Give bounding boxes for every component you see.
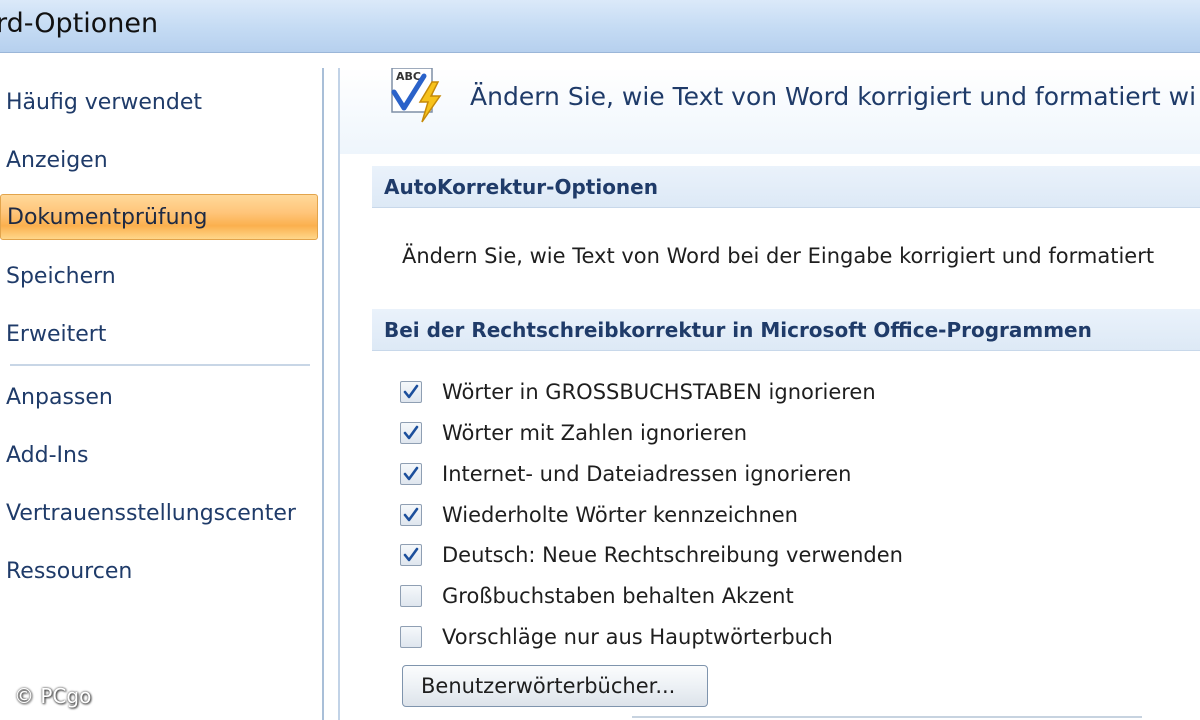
option-row: Deutsch: Neue Rechtschreibung verwenden <box>400 539 1180 573</box>
sidebar-item-ressourcen[interactable]: Ressourcen <box>0 549 318 595</box>
sidebar-item-anpassen[interactable]: Anpassen <box>0 375 318 421</box>
check-mark-icon <box>403 466 419 481</box>
sidebar-item-haeufig-verwendet[interactable]: Häufig verwendet <box>0 80 318 126</box>
option-label[interactable]: Wiederholte Wörter kennzeichnen <box>442 499 798 531</box>
sidebar-item-vertrauensstellungscenter[interactable]: Vertrauensstellungscenter <box>0 491 318 537</box>
option-label[interactable]: Großbuchstaben behalten Akzent <box>442 580 794 612</box>
sidebar-divider <box>10 364 310 366</box>
title-bar: rd-Optionen <box>0 0 1200 53</box>
option-row: Internet- und Dateiadressen ignorieren <box>400 458 1180 492</box>
option-row: Wörter in GROSSBUCHSTABEN ignorieren <box>400 376 1180 410</box>
window-title: rd-Optionen <box>0 8 159 39</box>
sidebar-item-anzeigen[interactable]: Anzeigen <box>0 138 318 184</box>
option-label[interactable]: Wörter in GROSSBUCHSTABEN ignorieren <box>442 376 876 408</box>
checkbox-ignore-uppercase[interactable] <box>400 381 422 403</box>
sidebar-item-speichern[interactable]: Speichern <box>0 254 318 300</box>
watermark: © PCgo <box>14 684 92 708</box>
content-pane: ABC Ändern Sie, wie Text von Word korrig… <box>338 67 1200 720</box>
option-label[interactable]: Deutsch: Neue Rechtschreibung verwenden <box>442 539 903 571</box>
check-mark-icon <box>403 507 419 522</box>
checkbox-flag-repeated-words[interactable] <box>400 504 422 526</box>
sidebar-item-add-ins[interactable]: Add-Ins <box>0 433 318 479</box>
section-header-spelling: Bei der Rechtschreibkorrektur in Microso… <box>372 309 1200 351</box>
option-row: Vorschläge nur aus Hauptwörterbuch <box>400 621 1180 655</box>
checkbox-uppercase-keep-accent[interactable] <box>400 585 422 607</box>
option-row: Großbuchstaben behalten Akzent <box>400 580 1180 614</box>
sidebar-item-dokumentpruefung[interactable]: Dokumentprüfung <box>0 194 318 240</box>
sidebar: Häufig verwendet Anzeigen Dokumentprüfun… <box>0 68 324 720</box>
checkbox-ignore-numbers[interactable] <box>400 422 422 444</box>
checkbox-main-dictionary-only[interactable] <box>400 626 422 648</box>
option-row: Wiederholte Wörter kennzeichnen <box>400 499 1180 533</box>
svg-text:ABC: ABC <box>396 70 421 83</box>
checkbox-ignore-internet-addresses[interactable] <box>400 463 422 485</box>
autocorrect-description: Ändern Sie, wie Text von Word bei der Ei… <box>402 244 1155 268</box>
divider <box>632 716 1142 718</box>
option-row: Wörter mit Zahlen ignorieren <box>400 417 1180 451</box>
abc-check-icon: ABC <box>388 67 450 126</box>
section-header-autocorrect: AutoKorrektur-Optionen <box>372 166 1200 208</box>
check-mark-icon <box>403 384 419 399</box>
checkbox-new-spelling-rules[interactable] <box>400 544 422 566</box>
option-label[interactable]: Internet- und Dateiadressen ignorieren <box>442 458 851 490</box>
page-heading: Ändern Sie, wie Text von Word korrigiert… <box>470 82 1197 111</box>
check-mark-icon <box>403 547 419 562</box>
option-label[interactable]: Wörter mit Zahlen ignorieren <box>442 417 747 449</box>
sidebar-item-erweitert[interactable]: Erweitert <box>0 312 318 358</box>
option-label[interactable]: Vorschläge nur aus Hauptwörterbuch <box>442 621 833 653</box>
content-header: ABC Ändern Sie, wie Text von Word korrig… <box>340 67 1200 154</box>
check-mark-icon <box>403 425 419 440</box>
custom-dictionaries-button[interactable]: Benutzerwörterbücher... <box>402 665 708 707</box>
